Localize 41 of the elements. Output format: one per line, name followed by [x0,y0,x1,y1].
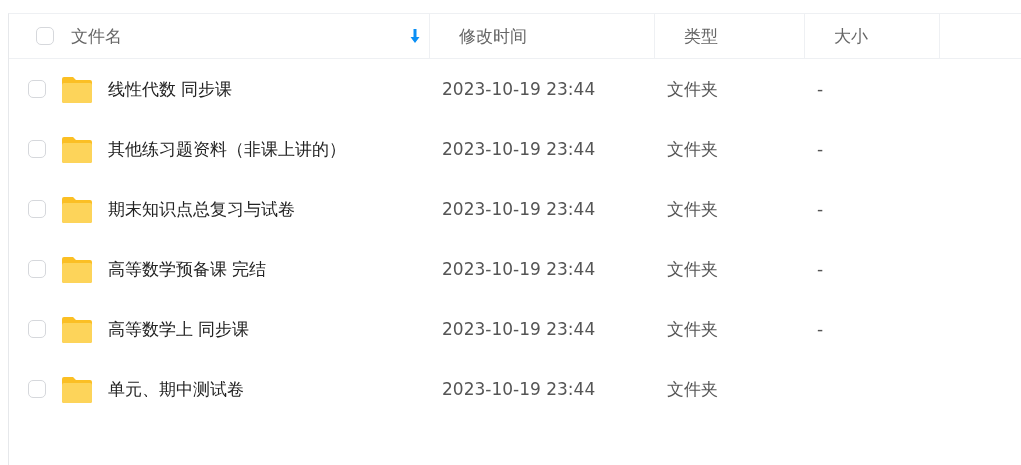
file-size: - [817,259,824,279]
column-header[interactable]: 修改时间 [459,24,654,48]
folder-name[interactable]: 其他练习题资料（非课上讲的） [108,137,346,161]
checkbox[interactable] [28,260,46,278]
checkbox[interactable] [28,200,46,218]
file-type: 文件夹 [667,137,718,161]
file-size: - [817,199,824,219]
folder-icon [62,315,92,343]
folder-name[interactable]: 期末知识点总复习与试卷 [108,197,295,221]
file-type: 文件夹 [667,377,718,401]
folder-name[interactable]: 线性代数 同步课 [108,77,233,101]
checkbox[interactable] [28,320,46,338]
folder-name[interactable]: 高等数学预备课 完结 [108,257,267,281]
folder-icon [62,135,92,163]
folder-icon [62,375,92,403]
folder-icon [62,75,92,103]
column-header[interactable]: 类型 [684,24,804,48]
checkbox[interactable] [28,380,46,398]
file-size: - [817,79,824,99]
column-header[interactable]: 大小 [834,24,939,48]
modified-time: 2023-10-19 23:44 [442,259,596,279]
folder-icon [62,195,92,223]
column-header[interactable]: 文件名 [71,24,410,48]
folder-icon [62,255,92,283]
folder-name[interactable]: 高等数学上 同步课 [108,317,250,341]
modified-time: 2023-10-19 23:44 [442,319,596,339]
file-type: 文件夹 [667,197,718,221]
file-type: 文件夹 [667,257,718,281]
modified-time: 2023-10-19 23:44 [442,139,596,159]
checkbox[interactable] [28,80,46,98]
file-size: - [817,139,824,159]
modified-time: 2023-10-19 23:44 [442,199,596,219]
modified-time: 2023-10-19 23:44 [442,79,596,99]
folder-name[interactable]: 单元、期中测试卷 [108,377,244,401]
file-type: 文件夹 [667,317,718,341]
checkbox[interactable] [36,27,54,45]
checkbox[interactable] [28,140,46,158]
modified-time: 2023-10-19 23:44 [442,379,596,399]
file-type: 文件夹 [667,77,718,101]
file-size: - [817,319,824,339]
sort-arrow-icon[interactable] [410,29,420,43]
